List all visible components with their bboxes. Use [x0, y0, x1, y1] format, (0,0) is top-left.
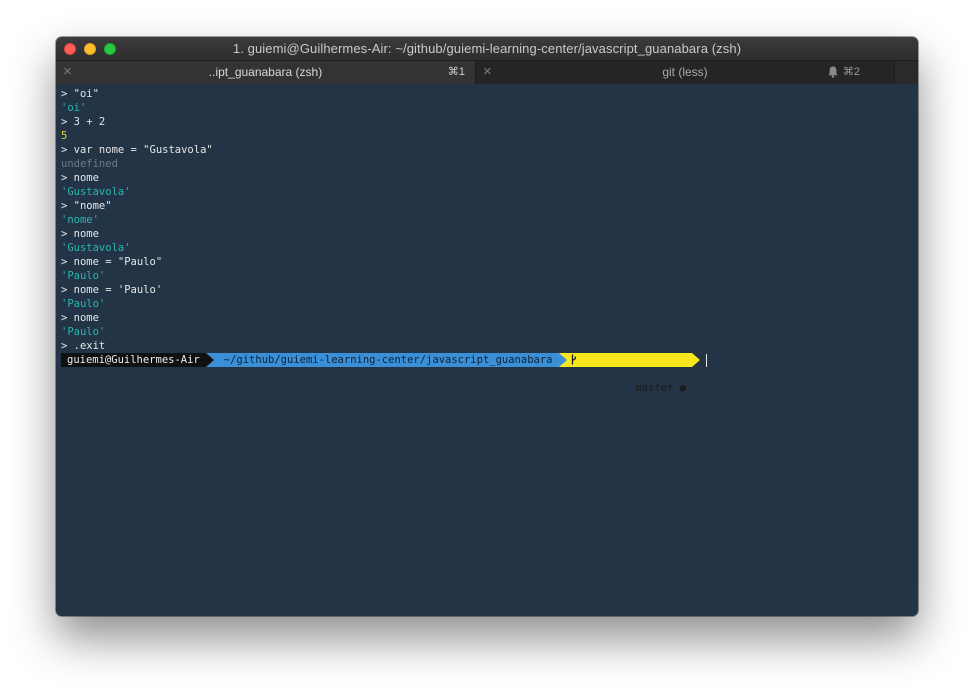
- prompt-separator: [691, 353, 700, 367]
- prompt-path-segment: ~/github/guiemi-learning-center/javascri…: [213, 353, 559, 367]
- terminal-window: 1. guiemi@Guilhermes-Air: ~/github/guiem…: [56, 37, 918, 616]
- command-line: > nome = "Paulo": [61, 256, 163, 268]
- command-line: > "oi": [61, 88, 99, 100]
- command-line: > "nome": [61, 200, 112, 212]
- tab-shortcut: ⌘2: [842, 66, 860, 78]
- prompt-user-segment: guiemi@Guilhermes-Air: [61, 353, 206, 367]
- output-line: 'Gustavola': [61, 186, 131, 198]
- command-line: > nome = 'Paulo': [61, 284, 163, 296]
- bell-icon: [828, 66, 838, 78]
- command-line: > var nome = "Gustavola": [61, 144, 213, 156]
- output-line: 'Paulo': [61, 326, 106, 338]
- new-tab-area[interactable]: [894, 61, 918, 84]
- output-lines: > "oi" 'oi' > 3 + 2 5 > var nome = "Gustavol…: [61, 87, 918, 353]
- command-line: > nome: [61, 172, 99, 184]
- git-branch-icon: [571, 354, 576, 365]
- command-line: > 3 + 2: [61, 116, 106, 128]
- git-branch-label: master ●: [629, 382, 686, 394]
- text-cursor: [705, 353, 707, 367]
- prompt-separator: [205, 353, 214, 367]
- title-bar: 1. guiemi@Guilhermes-Air: ~/github/guiem…: [56, 37, 918, 61]
- command-line: > nome: [61, 312, 99, 324]
- tab-label: ..ipt_guanabara (zsh): [208, 65, 323, 79]
- command-line: > nome: [61, 228, 99, 240]
- output-line: 'oi': [61, 102, 87, 114]
- tab-git-less[interactable]: × git (less) ⌘2: [476, 61, 894, 84]
- output-line: 'nome': [61, 214, 99, 226]
- output-line: 'Paulo': [61, 270, 106, 282]
- output-line: 'Paulo': [61, 298, 106, 310]
- output-line: undefined: [61, 158, 118, 170]
- output-line: 'Gustavola': [61, 242, 131, 254]
- prompt-separator: [558, 353, 567, 367]
- terminal-output[interactable]: > "oi" 'oi' > 3 + 2 5 > var nome = "Gustavol…: [56, 84, 918, 616]
- prompt-git-segment: master ●: [566, 353, 692, 394]
- window-title: 1. guiemi@Guilhermes-Air: ~/github/guiem…: [232, 41, 742, 56]
- tab-shortcut: ⌘1: [447, 66, 465, 78]
- shell-prompt: guiemi@Guilhermes-Air ~/github/guiemi-le…: [61, 353, 918, 394]
- output-line: 5: [61, 130, 68, 142]
- tab-zsh[interactable]: × ..ipt_guanabara (zsh) ⌘1: [56, 61, 475, 84]
- command-line: > .exit: [61, 340, 106, 352]
- tab-bar: × ..ipt_guanabara (zsh) ⌘1 × git (less) …: [56, 61, 918, 84]
